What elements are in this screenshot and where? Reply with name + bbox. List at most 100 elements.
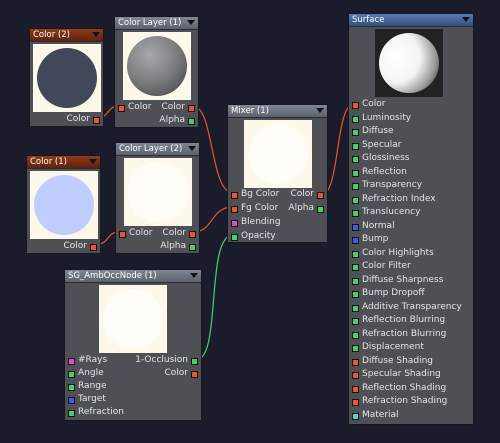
chevron-down-icon[interactable] [462,17,470,22]
surface-input-port[interactable] [352,102,359,109]
mixer-node[interactable]: Mixer (1) Bg Color Color Fg Color Alpha … [227,104,328,243]
colorlayer2-node-title[interactable]: Color Layer (2) [116,143,199,156]
mixer-node-title[interactable]: Mixer (1) [228,105,327,118]
ambocc-color-port[interactable] [191,371,198,378]
surface-input-port[interactable] [352,304,359,312]
ambocc-node[interactable]: SG_AmbOccNode (1) #Rays 1-Occlusion Angl… [64,269,202,421]
surface-input-row: Normal [349,220,473,233]
color1-output-label: Color [63,241,88,251]
surface-input-row: Color Filter [349,260,473,273]
mixer-output-alpha-label: Alpha [288,203,314,213]
colorlayer2-output-port[interactable] [189,231,196,238]
surface-input-port[interactable] [352,183,359,190]
surface-input-label: Translucency [362,207,421,217]
surface-input-port[interactable] [352,358,359,366]
color1-swatch-sphere [34,175,94,235]
colorlayer2-input-port[interactable] [119,231,126,238]
ambocc-refraction-port[interactable] [68,410,75,417]
surface-input-row: Reflection Shading [349,382,473,395]
surface-input-row: Refraction Blurring [349,328,473,341]
color2-output-port[interactable] [93,117,100,124]
mixer-output-color-port[interactable] [317,192,324,199]
surface-input-port[interactable] [352,196,359,204]
surface-input-row: Diffuse Shading [349,355,473,368]
surface-input-label: Material [362,409,399,420]
surface-input-port[interactable] [352,210,359,217]
colorlayer1-preview-sphere [127,36,187,96]
colorlayer1-input-port[interactable] [118,105,125,112]
mixer-opacity-port[interactable] [231,234,238,241]
color1-node-title[interactable]: Color (1) [27,156,100,169]
mixer-fg-port[interactable] [231,206,238,213]
color1-output-port[interactable] [90,244,97,251]
surface-node-title[interactable]: Surface [349,14,473,27]
colorlayer1-node-title[interactable]: Color Layer (1) [115,17,198,30]
ambocc-range-port[interactable] [68,384,75,391]
surface-preview [375,29,443,97]
surface-input-port[interactable] [352,115,359,123]
surface-input-port[interactable] [352,331,359,339]
surface-input-port[interactable] [352,291,359,298]
color2-preview [33,44,101,112]
ambocc-node-title[interactable]: SG_AmbOccNode (1) [65,270,201,283]
chevron-down-icon[interactable] [316,108,324,113]
surface-input-row: Transparency [349,179,473,192]
chevron-down-icon[interactable] [187,20,195,25]
colorlayer1-node[interactable]: Color Layer (1) Color Color Alpha [114,16,199,128]
chevron-down-icon[interactable] [89,159,97,164]
surface-input-port[interactable] [352,223,359,231]
surface-input-label: Specular [362,139,402,150]
surface-input-list: Color Luminosity Diffuse Specular Glossiness… [349,98,473,422]
ambocc-target-port[interactable] [68,397,75,404]
ambocc-angle-port[interactable] [68,371,75,378]
color2-node[interactable]: Color (2) Color [29,28,104,127]
colorlayer2-color-row: Color Color [116,227,199,240]
colorlayer1-output-port[interactable] [188,105,195,112]
colorlayer1-alpha-port[interactable] [188,118,195,125]
surface-input-label: Additive Transparency [362,301,462,312]
surface-input-label: Transparency [362,180,423,190]
ambocc-rays-port[interactable] [68,358,75,365]
mixer-bg-port[interactable] [231,192,238,199]
colorlayer1-alpha-row: Alpha [115,114,198,127]
surface-input-port[interactable] [352,250,359,258]
surface-input-port[interactable] [352,372,359,379]
ambocc-occlusion-port[interactable] [191,358,198,365]
surface-input-port[interactable] [352,345,359,352]
surface-node[interactable]: Surface Color Luminosity Diffuse Specular Gl… [348,13,474,425]
surface-input-port[interactable] [352,169,359,177]
surface-input-row: Diffuse Sharpness [349,274,473,287]
colorlayer2-node[interactable]: Color Layer (2) Color Color Alpha [115,142,200,254]
surface-input-port[interactable] [352,156,359,163]
surface-input-port[interactable] [352,277,359,285]
chevron-down-icon[interactable] [92,32,100,37]
surface-input-port[interactable] [352,142,359,150]
surface-input-port[interactable] [352,399,359,406]
surface-input-label: Color Filter [362,261,411,271]
ambocc-rays-row: #Rays 1-Occlusion [65,354,201,367]
surface-input-port[interactable] [352,129,359,136]
chevron-down-icon[interactable] [190,273,198,278]
chevron-down-icon[interactable] [188,146,196,151]
surface-input-port[interactable] [352,385,359,393]
color2-node-title[interactable]: Color (2) [30,29,103,42]
surface-input-label: Refraction Index [362,193,436,204]
colorlayer1-output-label: Color [161,102,186,112]
color2-swatch-sphere [37,48,97,108]
surface-input-port[interactable] [352,412,359,420]
surface-input-label: Color Highlights [362,247,434,258]
mixer-output-alpha-port[interactable] [317,206,324,213]
colorlayer2-alpha-row: Alpha [116,240,199,253]
color2-output-color: Color [30,113,103,126]
surface-input-port[interactable] [352,237,359,244]
surface-input-label: Diffuse Shading [362,355,433,366]
surface-input-row: Bump [349,233,473,246]
surface-input-row: Reflection [349,166,473,179]
surface-input-port[interactable] [352,264,359,271]
surface-input-port[interactable] [352,318,359,325]
color1-node[interactable]: Color (1) Color [26,155,101,254]
colorlayer2-alpha-port[interactable] [189,244,196,251]
mixer-blending-label: Blending [241,217,281,227]
mixer-opacity-label: Opacity [241,231,276,241]
mixer-blending-port[interactable] [231,220,238,227]
